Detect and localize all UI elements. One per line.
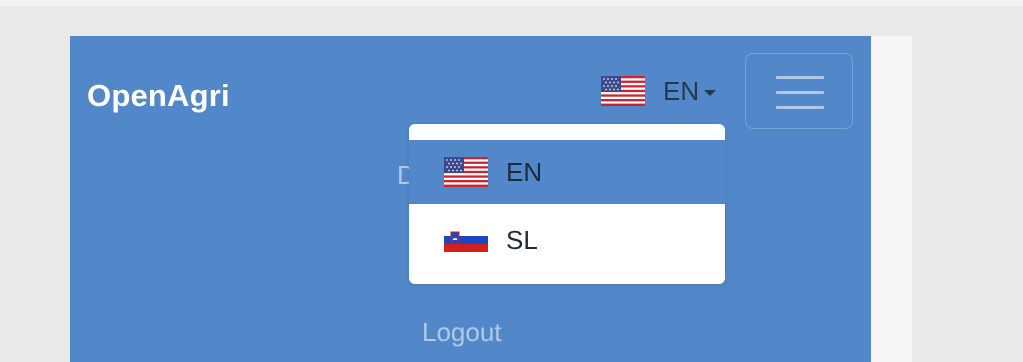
us-flag-icon — [601, 76, 645, 106]
language-option-label: EN — [506, 156, 543, 187]
us-flag-icon — [444, 157, 488, 187]
brand-logo-text[interactable]: OpenAgri — [87, 78, 230, 114]
language-option-en[interactable]: EN — [409, 140, 725, 204]
hamburger-menu-icon — [776, 76, 824, 79]
language-toggle[interactable]: EN — [601, 74, 717, 108]
logout-link[interactable]: Logout — [422, 317, 502, 348]
caret-down-icon — [704, 89, 717, 96]
menu-toggle-button[interactable] — [745, 53, 853, 129]
language-option-label: SL — [506, 224, 538, 255]
language-option-sl[interactable]: SL — [409, 208, 725, 272]
side-gutter — [871, 36, 912, 362]
page: OpenAgri EN D Logout EN SL — [0, 0, 1023, 362]
hamburger-menu-icon — [776, 106, 824, 109]
language-toggle-label: EN — [663, 75, 700, 106]
hamburger-menu-icon — [776, 91, 824, 94]
slovenia-flag-icon — [444, 228, 488, 252]
top-strip — [0, 0, 1023, 6]
language-dropdown-menu: EN SL — [409, 124, 725, 284]
